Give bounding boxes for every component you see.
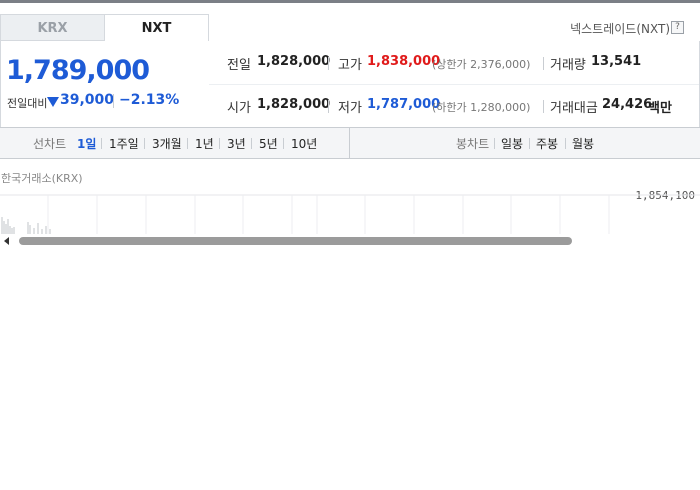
divider <box>283 138 284 149</box>
volume-value: 13,541 <box>591 54 642 69</box>
scroll-left-arrow-icon[interactable] <box>4 237 9 245</box>
quote-row-1: 전일 1,828,000 고가 1,838,000 (상한가 2,376,000… <box>0 54 700 73</box>
chart-volume-bars <box>1 217 51 234</box>
help-icon[interactable]: ? <box>671 21 684 34</box>
divider <box>328 100 329 113</box>
trade-amount-label: 거래대금 <box>550 101 598 116</box>
open-value: 1,828,000 <box>257 97 331 112</box>
high-value: 1,838,000 <box>367 54 441 69</box>
prev-close-value: 1,828,000 <box>257 54 331 69</box>
open-label: 시가 <box>227 101 251 116</box>
trade-amount-unit: 백만 <box>648 101 672 116</box>
divider <box>543 100 544 113</box>
chart-source-label: 한국거래소(KRX) <box>1 172 83 185</box>
candle-weekly[interactable]: 주봉 <box>536 135 558 152</box>
divider <box>187 138 188 149</box>
low-value: 1,787,000 <box>367 97 441 112</box>
divider <box>529 138 530 149</box>
line-chart-periods: 선차트 1일 1주일 3개월 1년 3년 5년 10년 <box>0 128 350 158</box>
divider <box>565 138 566 149</box>
row-divider <box>209 84 699 85</box>
divider <box>543 57 544 70</box>
divider <box>251 138 252 149</box>
period-5y[interactable]: 5년 <box>259 135 278 152</box>
chart-vertical-gridlines <box>47 195 610 234</box>
venue-label: 넥스트레이드(NXT) <box>570 22 670 36</box>
divider <box>219 138 220 149</box>
trade-amount-value: 24,426 <box>602 97 653 112</box>
quote-row-2: 시가 1,828,000 저가 1,787,000 (하한가 1,280,000… <box>0 97 700 116</box>
period-1d[interactable]: 1일 <box>77 135 96 152</box>
candle-chart-periods: 봉차트 일봉 주봉 월봉 <box>350 128 700 158</box>
top-border <box>0 0 700 3</box>
chart-period-bar: 선차트 1일 1주일 3개월 1년 3년 5년 10년 봉차트 일봉 주봉 월봉 <box>0 127 700 159</box>
line-chart-title: 선차트 <box>33 137 67 151</box>
market-tabs: KRX NXT <box>0 14 209 41</box>
tab-krx[interactable]: KRX <box>0 14 104 41</box>
period-3y[interactable]: 3년 <box>227 135 246 152</box>
period-3m[interactable]: 3개월 <box>152 135 182 152</box>
tab-nxt[interactable]: NXT <box>104 14 209 41</box>
period-1w[interactable]: 1주일 <box>109 135 139 152</box>
high-label: 고가 <box>338 58 362 73</box>
volume-label: 거래량 <box>550 58 586 73</box>
candle-monthly[interactable]: 월봉 <box>572 135 594 152</box>
candle-chart-title: 봉차트 <box>456 137 490 151</box>
price-chart <box>0 194 700 234</box>
divider <box>101 138 102 149</box>
period-10y[interactable]: 10년 <box>291 135 317 152</box>
candle-daily[interactable]: 일봉 <box>501 135 523 152</box>
scrollbar-thumb[interactable] <box>19 237 572 245</box>
period-1y[interactable]: 1년 <box>195 135 214 152</box>
lower-limit: (하한가 1,280,000) <box>432 101 531 114</box>
prev-close-label: 전일 <box>227 58 251 73</box>
low-label: 저가 <box>338 101 362 116</box>
divider <box>144 138 145 149</box>
upper-limit: (상한가 2,376,000) <box>432 58 531 71</box>
divider <box>494 138 495 149</box>
divider <box>328 57 329 70</box>
